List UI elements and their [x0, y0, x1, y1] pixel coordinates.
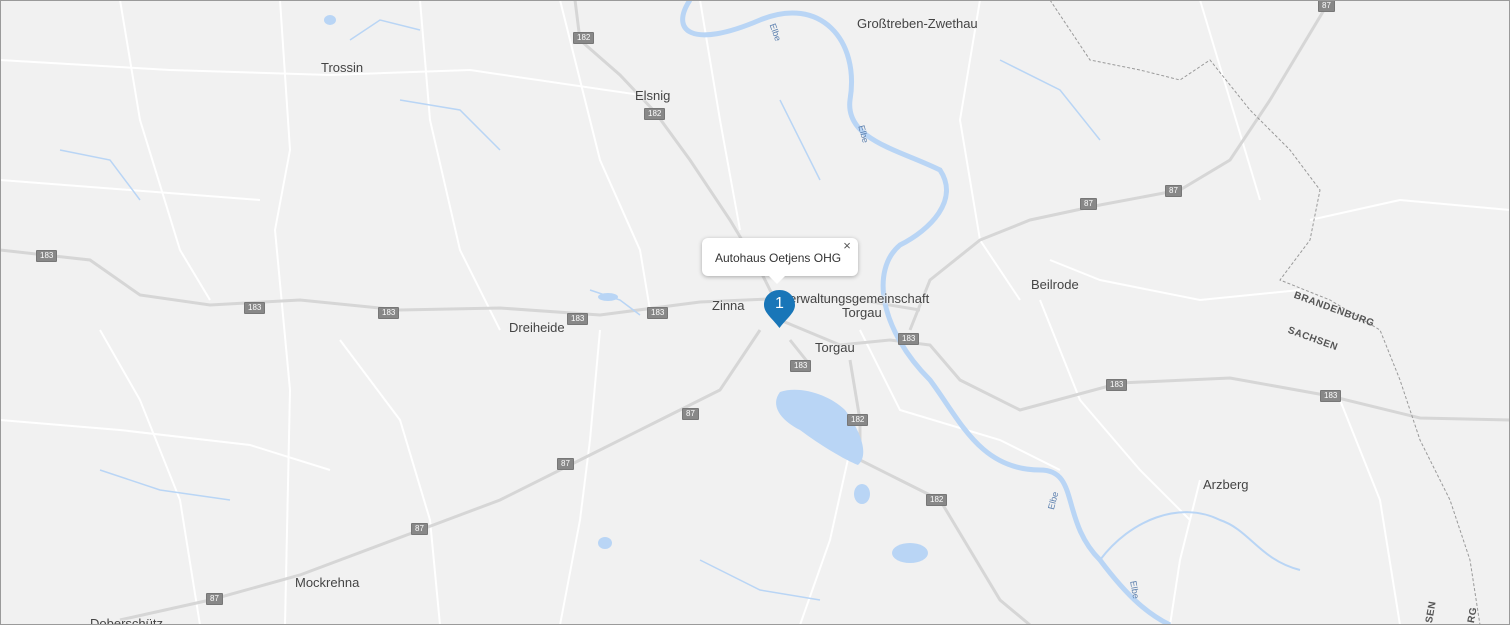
close-icon[interactable]: ×	[840, 239, 854, 253]
place-label-torgau: Torgau	[815, 340, 855, 355]
road-shield-182: 182	[644, 108, 666, 120]
place-label-trossin: Trossin	[321, 60, 364, 75]
road-shield-183: 183	[567, 313, 589, 325]
road-shield-87: 87	[1080, 198, 1097, 210]
road-shield-87: 87	[682, 408, 699, 420]
minor-roads	[0, 0, 1510, 625]
info-window: Autohaus Oetjens OHG ×	[702, 238, 858, 284]
place-label-doberschuetz: Doberschütz	[90, 616, 163, 625]
map-canvas[interactable]: Großtreben-Zwethau Trossin Elsnig Beilro…	[0, 0, 1510, 625]
place-label-zinna: Zinna	[712, 298, 745, 313]
road-shield-183: 183	[790, 360, 812, 372]
place-label-mockrehna: Mockrehna	[295, 575, 360, 590]
road-shield-183: 183	[378, 307, 400, 319]
map-marker[interactable]: 1	[763, 289, 796, 329]
major-roads	[0, 0, 1510, 625]
road-shield-182: 182	[573, 32, 595, 44]
lakes	[324, 15, 928, 563]
road-shield-183: 183	[898, 333, 920, 345]
road-shield-87: 87	[411, 523, 428, 535]
road-shield-183: 183	[1106, 379, 1128, 391]
road-shield-87: 87	[1165, 185, 1182, 197]
place-label-verwaltungsgemeinschaft-torgau: Torgau	[842, 305, 882, 320]
place-label-dreiheide: Dreiheide	[509, 320, 565, 335]
state-border	[1049, 0, 1481, 625]
road-shield-182: 182	[926, 494, 948, 506]
road-shield-182: 182	[847, 414, 869, 426]
place-label-verwaltungsgemeinschaft: erwaltungsgemeinschaft	[789, 291, 930, 306]
road-shield-87: 87	[1318, 0, 1335, 12]
marker-number: 1	[775, 295, 784, 312]
road-shield-87: 87	[206, 593, 223, 605]
place-label-beilrode: Beilrode	[1031, 277, 1079, 292]
place-label-elsnig: Elsnig	[635, 88, 671, 103]
map-base-layer	[0, 0, 1510, 625]
road-shield-183: 183	[1320, 390, 1342, 402]
info-window-tail	[769, 276, 785, 284]
road-shield-87: 87	[557, 458, 574, 470]
road-shield-183: 183	[647, 307, 669, 319]
place-label-grosstreben-zwethau: Großtreben-Zwethau	[857, 16, 978, 31]
road-shield-183: 183	[36, 250, 58, 262]
road-shield-183: 183	[244, 302, 266, 314]
info-window-title: Autohaus Oetjens OHG	[715, 251, 842, 265]
place-label-arzberg: Arzberg	[1203, 477, 1249, 492]
